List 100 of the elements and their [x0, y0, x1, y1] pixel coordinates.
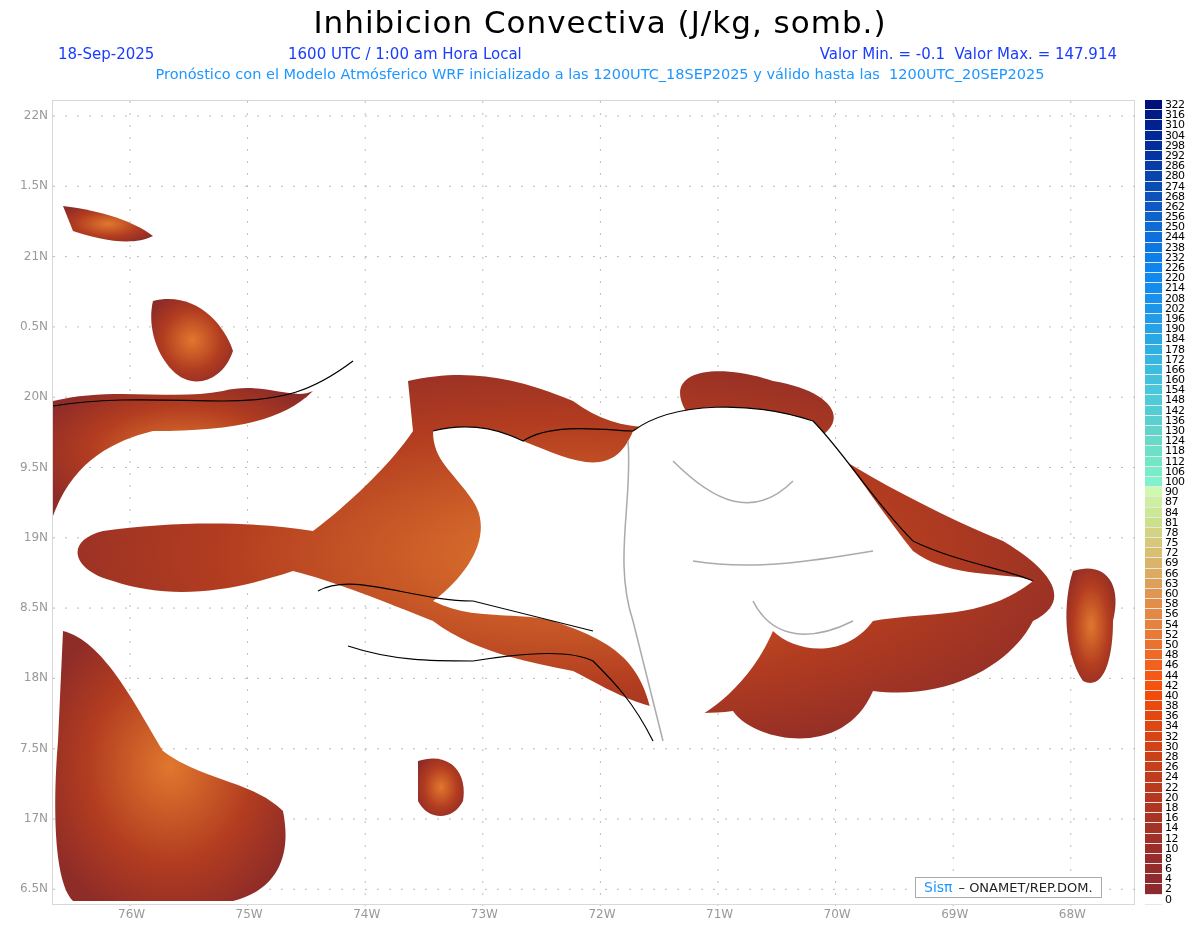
legend-label: 66: [1165, 568, 1178, 579]
legend-label: 268: [1165, 191, 1185, 202]
legend-label: 26: [1165, 762, 1178, 773]
latitude-label: 9.5N: [19, 459, 48, 474]
legend-label: 40: [1165, 690, 1178, 701]
legend-label: 106: [1165, 466, 1185, 477]
latitude-label: 1.5N: [19, 178, 48, 193]
legend-label: 148: [1165, 395, 1185, 406]
legend-label: 202: [1165, 303, 1185, 314]
longitude-label: 69W: [941, 907, 969, 921]
legend-label: 44: [1165, 670, 1178, 681]
legend-label: 316: [1165, 110, 1185, 121]
longitude-label: 74W: [353, 907, 381, 921]
longitude-label: 71W: [706, 907, 734, 921]
longitude-label: 70W: [823, 907, 851, 921]
legend-label: 142: [1165, 405, 1185, 416]
legend-label: 100: [1165, 476, 1185, 487]
legend-label: 208: [1165, 293, 1185, 304]
legend-label: 118: [1165, 446, 1185, 457]
longitude-label: 72W: [588, 907, 616, 921]
legend-label: 75: [1165, 538, 1178, 549]
legend-label: 50: [1165, 639, 1178, 650]
legend-label: 154: [1165, 385, 1185, 396]
forecast-date: 18-Sep-2025: [58, 44, 156, 64]
legend-label: 63: [1165, 578, 1178, 589]
legend-label: 310: [1165, 120, 1185, 131]
legend-label: 184: [1165, 334, 1185, 345]
legend-label: 32: [1165, 731, 1178, 742]
legend-label: 69: [1165, 558, 1178, 569]
value-range: Valor Min. = -0.1 Valor Max. = 147.914: [819, 44, 1118, 64]
legend-label: 36: [1165, 711, 1178, 722]
legend-label: 196: [1165, 313, 1185, 324]
legend-label: 256: [1165, 212, 1185, 223]
model-description: Pronóstico con el Modelo Atmósferico WRF inicializado a las 1200UTC_18SEP2025 y válido hasta las 1200UTC_20SEP2025: [155, 65, 1045, 84]
latitude-label: 22N: [23, 108, 48, 122]
brand-logo: Sisπ: [924, 878, 953, 897]
legend-label: 0: [1165, 894, 1172, 905]
legend-label: 58: [1165, 599, 1178, 610]
latitude-label: 20N: [23, 389, 48, 404]
legend-label: 28: [1165, 752, 1178, 762]
legend-label: 280: [1165, 171, 1185, 182]
legend-label: 172: [1165, 354, 1185, 365]
legend-label: 54: [1165, 619, 1178, 630]
legend-label: 112: [1165, 456, 1185, 467]
latitude-label: 8.5N: [19, 600, 48, 615]
latitude-label: 19N: [23, 529, 48, 544]
legend-label: 12: [1165, 833, 1178, 844]
legend-label: 190: [1165, 324, 1185, 335]
longitude-label: 73W: [470, 907, 498, 921]
legend-label: 250: [1165, 222, 1185, 233]
longitude-label: 76W: [118, 907, 146, 921]
legend-label: 48: [1165, 650, 1178, 661]
map-title: Inhibicion Convectiva (J/kg, somb.): [313, 3, 887, 42]
longitude-label: 75W: [235, 907, 263, 921]
legend-label: 81: [1165, 517, 1178, 528]
credit-text: – ONAMET/REP.DOM.: [958, 878, 1093, 897]
latitude-label: 17N: [23, 811, 48, 825]
legend-label: 286: [1165, 161, 1185, 172]
legend-label: 4: [1165, 874, 1172, 885]
legend-label: 304: [1165, 130, 1185, 141]
latitude-label: 21N: [23, 248, 48, 263]
legend-label: 130: [1165, 426, 1185, 436]
latitude-label: 18N: [23, 670, 48, 685]
legend-label: 42: [1165, 680, 1178, 691]
legend-label: 22: [1165, 782, 1178, 793]
latitude-label: 7.5N: [19, 740, 48, 755]
legend-label: 56: [1165, 609, 1178, 620]
legend-label: 220: [1165, 273, 1185, 284]
latitude-label: 0.5N: [19, 318, 48, 333]
legend-label: 136: [1165, 415, 1185, 426]
legend-label: 238: [1165, 242, 1185, 253]
longitude-label: 68W: [1058, 907, 1086, 921]
legend-label: 322: [1165, 100, 1185, 110]
legend-label: 166: [1165, 364, 1185, 375]
legend-label: 90: [1165, 487, 1178, 498]
legend-label: 30: [1165, 741, 1178, 752]
legend-label: 262: [1165, 201, 1185, 212]
legend-label: 298: [1165, 140, 1185, 151]
legend-label: 8: [1165, 853, 1172, 864]
forecast-time: 1600 UTC / 1:00 am Hora Local: [288, 44, 523, 64]
legend-label: 84: [1165, 507, 1178, 518]
legend-label: 52: [1165, 629, 1178, 640]
legend-label: 60: [1165, 589, 1178, 599]
legend-label: 244: [1165, 232, 1185, 243]
legend-label: 87: [1165, 497, 1178, 508]
legend-label: 16: [1165, 813, 1178, 824]
latitude-label: 6.5N: [19, 881, 48, 896]
legend-label: 78: [1165, 527, 1178, 538]
legend-label: 14: [1165, 823, 1178, 834]
legend-label: 46: [1165, 660, 1178, 671]
legend-label: 34: [1165, 721, 1178, 732]
legend-label: 20: [1165, 792, 1178, 803]
legend-label: 38: [1165, 701, 1178, 712]
legend-label: 124: [1165, 436, 1185, 447]
legend-label: 2: [1165, 884, 1172, 895]
legend-label: 160: [1165, 375, 1185, 386]
legend-label: 72: [1165, 548, 1178, 559]
legend-label: 6: [1165, 864, 1172, 875]
legend-label: 18: [1165, 802, 1178, 813]
legend-label: 10: [1165, 843, 1178, 854]
